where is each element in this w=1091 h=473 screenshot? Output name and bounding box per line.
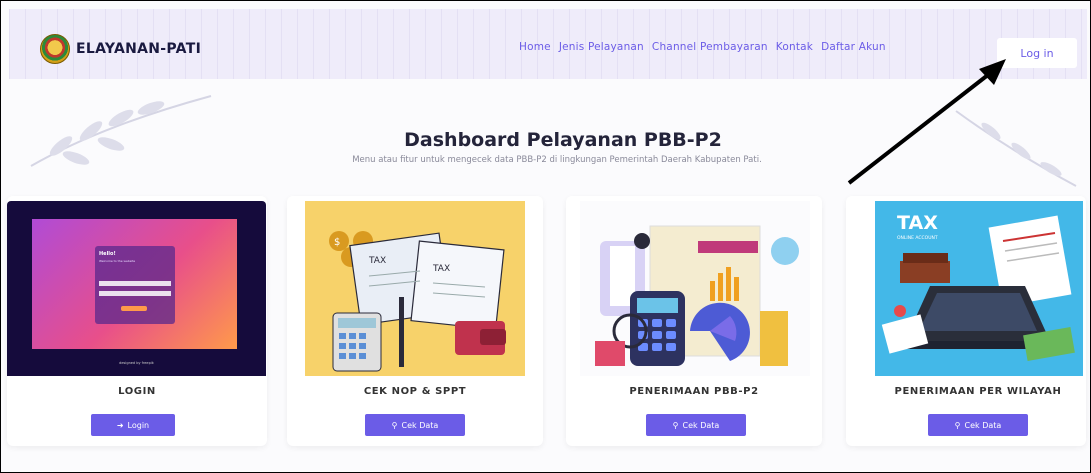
wilayah-illustration: TAX ONLINE ACCOUNT [875, 201, 1083, 376]
tax-heading: TAX [897, 212, 938, 234]
card-login: Hello! Welcome to the website designed b… [7, 196, 267, 446]
navbar: ELAYANAN-PATI Home Jenis Pelayanan Chann… [9, 9, 1087, 79]
svg-text:$: $ [334, 237, 340, 248]
search-icon: ⚲ [391, 420, 398, 430]
cek-nop-illustration: $ TAX TAX [305, 201, 525, 376]
page-title: Dashboard Pelayanan PBB-P2 [404, 129, 722, 151]
login-preview-footer: designed by freepik [119, 361, 154, 365]
online-tax-icon: TAX ONLINE ACCOUNT [881, 212, 1075, 361]
tax-subheading: ONLINE ACCOUNT [897, 235, 938, 241]
penerimaan-wilayah-button[interactable]: ⚲ Cek Data [928, 414, 1028, 436]
card-title: PENERIMAAN PER WILAYAH [894, 386, 1062, 397]
brand-name: ELAYANAN-PATI [76, 41, 202, 57]
nav-link-channel-pembayaran[interactable]: Channel Pembayaran [652, 41, 768, 53]
tax-label-1: TAX [368, 256, 386, 266]
nav-link-jenis-pelayanan[interactable]: Jenis Pelayanan [559, 41, 644, 53]
cek-nop-button[interactable]: ⚲ Cek Data [365, 414, 465, 436]
nav-link-daftar-akun[interactable]: Daftar Akun [821, 41, 886, 53]
sign-in-icon: ➜ [116, 420, 124, 430]
card-title: CEK NOP & SPPT [363, 386, 467, 397]
login-preview-sub: Welcome to the website [99, 259, 136, 263]
nav-link-home[interactable]: Home [519, 41, 551, 53]
card-title: LOGIN [118, 386, 156, 397]
tax-label-2: TAX [432, 264, 450, 274]
card-penerimaan-pbb-p2: PENERIMAAN PBB-P2 ⚲ Cek Data [566, 196, 822, 446]
analytics-icon [595, 225, 799, 366]
penerimaan-illustration [580, 201, 810, 376]
login-card-button[interactable]: ➜ Login [91, 414, 175, 436]
cek-nop-button-label: Cek Data [401, 420, 439, 430]
search-icon: ⚲ [954, 420, 961, 430]
login-button[interactable]: Log in [997, 38, 1077, 68]
penerimaan-pbb-button-label: Cek Data [682, 420, 720, 430]
card-cek-nop-sppt: $ TAX TAX CEK NOP & SPPT ⚲ Cek Data [287, 196, 543, 446]
page-subtitle: Menu atau fitur untuk mengecek data PBB-… [352, 155, 762, 165]
search-icon: ⚲ [672, 420, 679, 430]
nav-links: Home Jenis Pelayanan Channel Pembayaran … [519, 41, 886, 53]
card-penerimaan-per-wilayah: TAX ONLINE ACCOUNT PENERIMAAN PER WILAYA… [846, 196, 1086, 446]
penerimaan-pbb-button[interactable]: ⚲ Cek Data [646, 414, 746, 436]
login-card-button-label: Login [127, 420, 150, 430]
brand[interactable]: ELAYANAN-PATI [40, 34, 201, 64]
login-preview-heading: Hello! [99, 251, 116, 257]
tax-documents-icon: $ TAX TAX [329, 231, 506, 372]
logo-icon [40, 34, 70, 64]
penerimaan-wilayah-button-label: Cek Data [964, 420, 1002, 430]
card-title: PENERIMAAN PBB-P2 [629, 386, 759, 397]
login-preview-image: Hello! Welcome to the website designed b… [7, 201, 266, 376]
browser-page: ELAYANAN-PATI Home Jenis Pelayanan Chann… [0, 0, 1091, 473]
nav-link-kontak[interactable]: Kontak [776, 41, 813, 53]
